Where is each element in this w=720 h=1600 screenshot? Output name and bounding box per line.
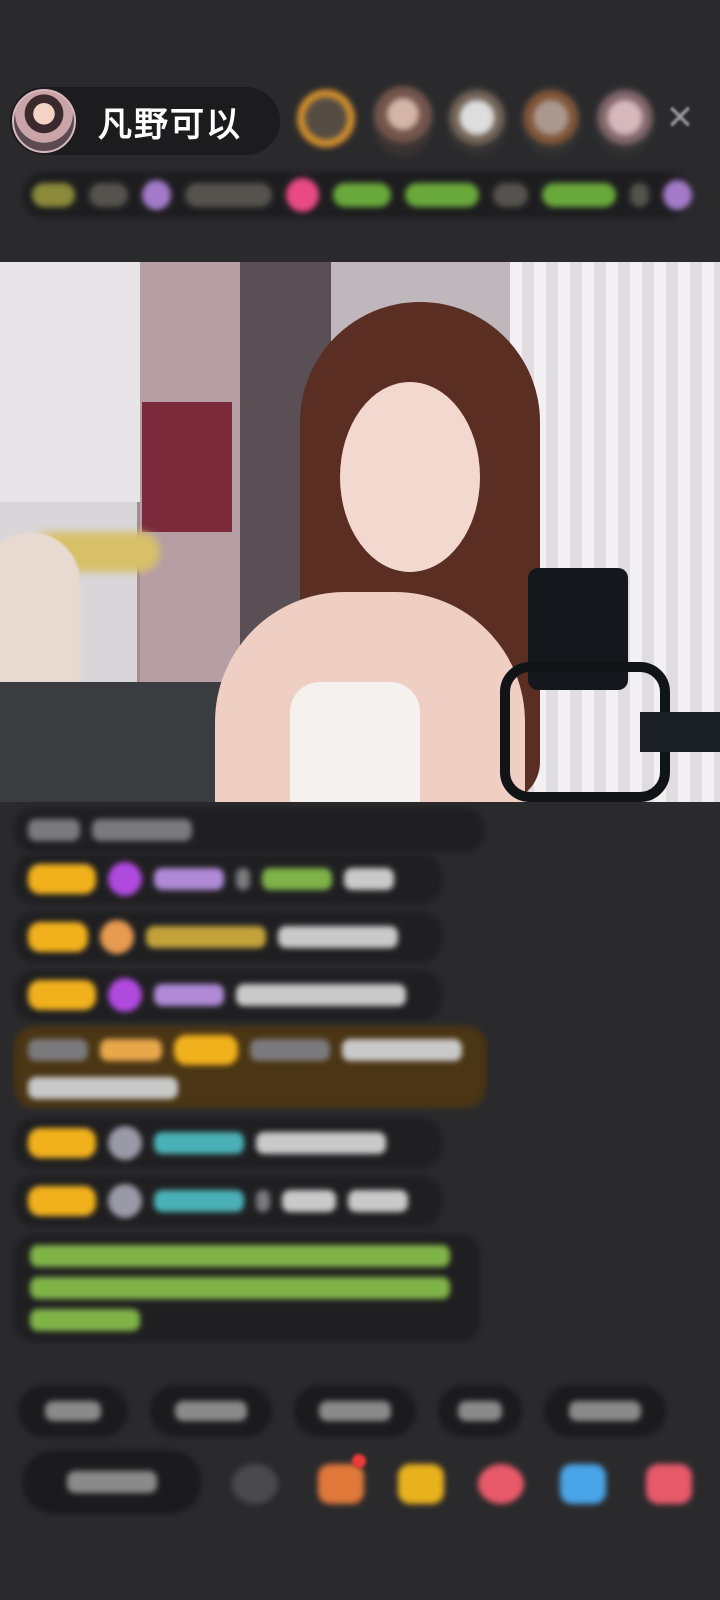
chat-message[interactable] xyxy=(14,1118,442,1168)
chat-input[interactable] xyxy=(22,1450,202,1514)
message-text xyxy=(92,819,192,841)
message-text xyxy=(278,926,398,948)
room-decoration xyxy=(142,402,232,532)
live-stream-screen: 凡野可以 ✕ xyxy=(0,0,720,1600)
message-text xyxy=(256,1132,386,1154)
message-text xyxy=(344,868,394,890)
level-badge xyxy=(174,1035,238,1065)
live-video[interactable] xyxy=(0,262,720,802)
username[interactable] xyxy=(154,1190,244,1212)
notice-text xyxy=(30,1277,450,1299)
info-text xyxy=(88,183,128,207)
username[interactable] xyxy=(154,868,224,890)
chat-message[interactable] xyxy=(14,970,442,1020)
message-text xyxy=(342,1039,462,1061)
tag-badge xyxy=(332,183,392,207)
host-info-pill[interactable]: 凡野可以 xyxy=(10,87,280,155)
level-badge xyxy=(28,1186,96,1216)
chat-message[interactable] xyxy=(14,854,442,904)
message-text xyxy=(236,868,250,890)
gift-box-icon[interactable] xyxy=(318,1464,364,1504)
viewer-avatar[interactable] xyxy=(594,86,656,156)
gem-icon xyxy=(108,978,142,1012)
tag-badge xyxy=(541,183,616,207)
streamer-face xyxy=(340,382,480,572)
gem-icon xyxy=(108,1184,142,1218)
top-viewers-list xyxy=(292,86,656,158)
gem-icon xyxy=(108,862,142,896)
viewer-avatar[interactable] xyxy=(520,86,582,156)
level-badge xyxy=(28,1128,96,1158)
room-wall xyxy=(0,262,140,502)
chat-special-message[interactable] xyxy=(14,1026,486,1108)
game-icon[interactable] xyxy=(560,1464,606,1504)
treasure-chest-icon[interactable] xyxy=(398,1464,444,1504)
notification-dot xyxy=(352,1454,366,1468)
info-text xyxy=(629,183,649,207)
message-text xyxy=(348,1190,408,1212)
gem-icon xyxy=(100,920,134,954)
message-text xyxy=(28,819,80,841)
chat-message[interactable] xyxy=(14,1176,442,1226)
gem-icon xyxy=(141,180,171,210)
message-text xyxy=(28,1039,88,1061)
username[interactable] xyxy=(146,926,266,948)
streamer-top xyxy=(290,682,420,802)
room-sofa xyxy=(0,682,230,802)
viewer-avatar[interactable] xyxy=(292,86,360,158)
chat-message[interactable] xyxy=(14,912,442,962)
gem-icon xyxy=(108,1126,142,1160)
quick-reply-chip[interactable] xyxy=(18,1385,128,1437)
rank-badge xyxy=(32,183,75,207)
info-text xyxy=(184,183,272,207)
level-badge xyxy=(28,980,96,1010)
message-text xyxy=(256,1190,270,1212)
notice-text xyxy=(30,1245,450,1267)
level-badge xyxy=(28,922,88,952)
vip-badge xyxy=(100,1039,162,1061)
viewer-avatar[interactable] xyxy=(446,86,508,156)
quick-reply-chip[interactable] xyxy=(150,1385,272,1437)
quick-reply-chip[interactable] xyxy=(544,1385,666,1437)
message-text xyxy=(282,1190,336,1212)
username[interactable] xyxy=(262,868,332,890)
host-avatar[interactable] xyxy=(12,89,76,153)
red-envelope-icon[interactable] xyxy=(478,1464,524,1504)
info-text xyxy=(492,183,528,207)
top-bar: 凡野可以 ✕ xyxy=(0,0,720,262)
host-name: 凡野可以 xyxy=(98,104,242,145)
quick-reply-chip[interactable] xyxy=(438,1385,522,1437)
quick-reply-chip[interactable] xyxy=(294,1385,416,1437)
close-icon[interactable]: ✕ xyxy=(660,98,700,138)
username[interactable] xyxy=(250,1039,330,1061)
viewer-avatar[interactable] xyxy=(372,86,434,156)
username[interactable] xyxy=(154,984,224,1006)
tag-badge xyxy=(405,183,479,207)
notice-text xyxy=(30,1309,140,1331)
bottom-toolbar xyxy=(0,1450,720,1530)
message-text xyxy=(236,984,406,1006)
fan-club-icon[interactable] xyxy=(662,180,693,210)
heart-icon[interactable] xyxy=(285,178,319,212)
chat-notice-message xyxy=(14,1234,480,1342)
gift-icon[interactable] xyxy=(646,1464,692,1504)
chat-system-message xyxy=(14,808,484,852)
level-badge xyxy=(28,864,96,894)
emoji-icon[interactable] xyxy=(232,1464,278,1504)
microphone-arm xyxy=(640,712,720,752)
username[interactable] xyxy=(154,1132,244,1154)
message-text xyxy=(28,1077,178,1099)
room-info-strip[interactable] xyxy=(22,172,693,218)
quick-reply-row xyxy=(18,1385,666,1437)
